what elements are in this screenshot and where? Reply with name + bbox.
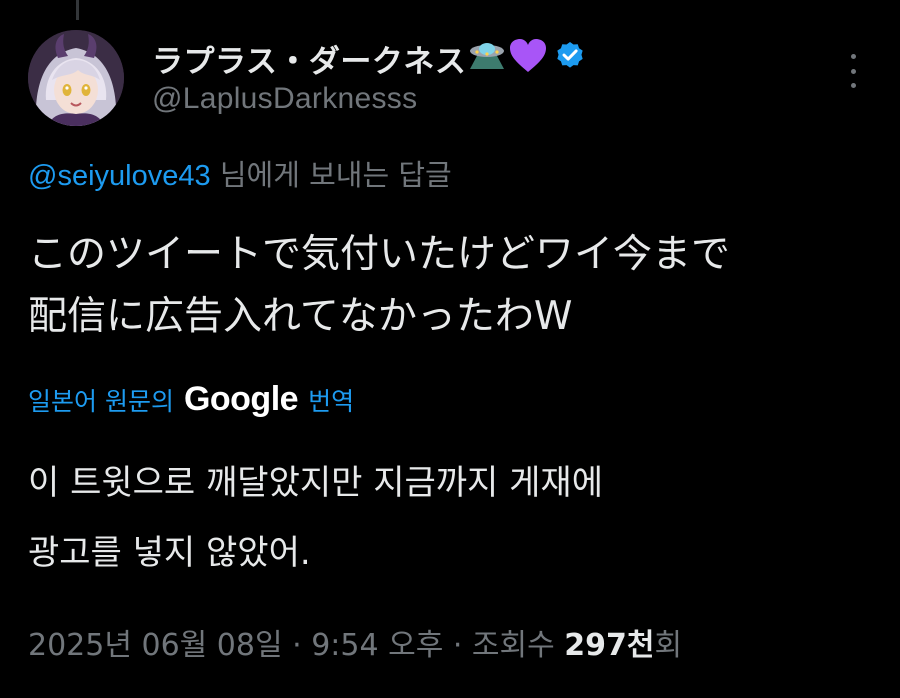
- more-vertical-icon: [850, 54, 856, 59]
- reply-mention-link[interactable]: @seiyulove43: [28, 160, 211, 192]
- display-name[interactable]: ラプラス・ダークネス: [152, 36, 466, 81]
- views-suffix: 회: [654, 628, 683, 663]
- purple-heart-emoji: [508, 38, 548, 78]
- name-row: ラプラス・ダークネス: [152, 36, 820, 80]
- user-handle[interactable]: @LaplusDarknesss: [152, 82, 820, 116]
- more-vertical-icon: [850, 83, 856, 88]
- tweet-time[interactable]: 9:54 오후: [311, 628, 443, 663]
- views-label: 조회수: [471, 628, 555, 663]
- google-logo: Google: [183, 380, 299, 418]
- translation-prefix: 일본어 원문의: [28, 386, 174, 416]
- tweet-header: ラプラス・ダークネス @LaplusDarknesss: [152, 36, 820, 116]
- translation-attribution[interactable]: 일본어 원문의 Google 번역: [28, 380, 354, 419]
- meta-separator: ·: [443, 628, 472, 663]
- tweet-text: このツイートで気付いたけどワイ今まで 配信に広告入れてなかったわW: [28, 232, 731, 339]
- views-count: 297천: [564, 628, 655, 663]
- tweet-date[interactable]: 2025년 06월 08일: [28, 628, 283, 663]
- translation-suffix: 번역: [308, 386, 355, 416]
- verified-badge-icon: [554, 40, 586, 76]
- more-options-button[interactable]: [840, 54, 866, 88]
- reply-context: @seiyulove43 님에게 보내는 답글: [28, 152, 452, 194]
- thread-connector-line: [76, 0, 79, 20]
- avatar-image: [28, 30, 124, 126]
- translated-text: 이 트윗으로 깨달았지만 지금까지 게재에 광고를 넣지 않았어.: [28, 463, 603, 573]
- reply-context-label: 님에게 보내는 답글: [210, 158, 452, 192]
- more-vertical-icon: [850, 68, 856, 74]
- avatar[interactable]: [28, 30, 124, 126]
- tweet-metadata: 2025년 06월 08일 · 9:54 오후 · 조회수 297천회: [28, 620, 682, 664]
- meta-separator: ·: [282, 628, 312, 663]
- ufo-emoji: [468, 39, 506, 77]
